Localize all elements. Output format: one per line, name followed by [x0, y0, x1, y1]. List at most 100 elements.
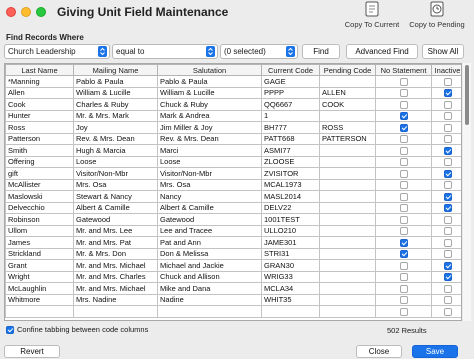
table-row[interactable]: Allen William & Lucille William & Lucille P… [5, 86, 461, 99]
cell-salutation[interactable]: Nadine [157, 293, 262, 306]
cell-last[interactable]: Whitmore [5, 293, 74, 306]
table-row[interactable]: Delvecchio Albert & Camille Albert & Camil… [5, 201, 461, 214]
table-row[interactable] [5, 305, 461, 318]
confine-tabbing-option[interactable]: Confine tabbing between code columns [6, 325, 148, 335]
no-statement-checkbox[interactable] [399, 158, 408, 167]
cell-pending[interactable] [319, 305, 376, 318]
column-header[interactable]: Inactive [431, 64, 461, 76]
cell-mailing[interactable]: Visitor/Non-Mbr [73, 167, 158, 180]
cell-salutation[interactable]: Mike and Dana [157, 282, 262, 295]
column-header[interactable]: Pending Code [319, 64, 376, 76]
inactive-checkbox[interactable] [443, 238, 452, 247]
cell-current[interactable]: DELV22 [261, 201, 320, 214]
cell-current[interactable]: GAGE [261, 75, 320, 88]
table-row[interactable]: Strickland Mr. & Mrs. Don Don & Melissa STR… [5, 247, 461, 260]
cell-mailing[interactable]: Mr. and Mrs. Pat [73, 236, 158, 249]
cell-mailing[interactable]: Mr. and Mrs. Charles [73, 270, 158, 283]
cell-salutation[interactable]: Gatewood [157, 213, 262, 226]
cell-mailing[interactable]: Mr. and Mrs. Michael [73, 282, 158, 295]
cell-pending[interactable]: ALLEN [319, 86, 376, 99]
inactive-checkbox[interactable] [443, 112, 452, 121]
cell-mailing[interactable]: Charles & Ruby [73, 98, 158, 111]
cell-current[interactable]: ULLO210 [261, 224, 320, 237]
inactive-checkbox[interactable] [443, 215, 452, 224]
column-header[interactable]: Current Code [261, 64, 320, 76]
table-row[interactable]: McAllister Mrs. Osa Mrs. Osa MCAL1973 [5, 178, 461, 191]
cell-mailing[interactable]: Mr. and Mrs. Michael [73, 259, 158, 272]
inactive-checkbox[interactable] [443, 158, 452, 167]
vertical-scrollbar[interactable] [463, 63, 471, 321]
cell-salutation[interactable]: Chuck and Allison [157, 270, 262, 283]
cell-salutation[interactable]: Mark & Andrea [157, 109, 262, 122]
cell-current[interactable]: STRI31 [261, 247, 320, 260]
column-header[interactable]: Salutation [157, 64, 262, 76]
cell-salutation[interactable] [157, 305, 262, 318]
cell-pending[interactable] [319, 247, 376, 260]
column-header[interactable]: No Statement [375, 64, 432, 76]
inactive-checkbox[interactable] [443, 169, 452, 178]
cell-pending[interactable] [319, 144, 376, 157]
cell-last[interactable]: James [5, 236, 74, 249]
close-button[interactable]: Close [356, 345, 402, 358]
no-statement-checkbox[interactable] [399, 89, 408, 98]
table-row[interactable]: Wright Mr. and Mrs. Charles Chuck and Alli… [5, 270, 461, 283]
cell-last[interactable]: gift [5, 167, 74, 180]
scrollbar-thumb[interactable] [465, 65, 469, 125]
no-statement-checkbox[interactable] [399, 215, 408, 224]
cell-salutation[interactable]: Michael and Jackie [157, 259, 262, 272]
cell-last[interactable]: Allen [5, 86, 74, 99]
value-select[interactable]: (0 selected) [220, 44, 298, 59]
table-row[interactable]: James Mr. and Mrs. Pat Pat and Ann JAME301 [5, 236, 461, 249]
table-row[interactable]: Patterson Rev. & Mrs. Dean Rev. & Mrs. Dea… [5, 132, 461, 145]
cell-salutation[interactable]: Marci [157, 144, 262, 157]
cell-last[interactable]: McAllister [5, 178, 74, 191]
table-row[interactable]: *Manning Pablo & Paula Pablo & Paula GAGE [5, 75, 461, 88]
cell-last[interactable]: Ullom [5, 224, 74, 237]
cell-current[interactable]: PATT668 [261, 132, 320, 145]
cell-last[interactable]: Grant [5, 259, 74, 272]
cell-pending[interactable] [319, 201, 376, 214]
cell-mailing[interactable]: Loose [73, 155, 158, 168]
cell-salutation[interactable]: Mrs. Osa [157, 178, 262, 191]
no-statement-checkbox[interactable] [399, 169, 408, 178]
cell-mailing[interactable]: Mrs. Nadine [73, 293, 158, 306]
table-row[interactable]: Ullom Mr. and Mrs. Lee Lee and Tracee ULLO2… [5, 224, 461, 237]
no-statement-checkbox[interactable] [399, 307, 408, 316]
inactive-checkbox[interactable] [443, 307, 452, 316]
cell-last[interactable]: Strickland [5, 247, 74, 260]
cell-mailing[interactable] [73, 305, 158, 318]
no-statement-checkbox[interactable] [399, 204, 408, 213]
cell-pending[interactable]: COOK [319, 98, 376, 111]
no-statement-checkbox[interactable] [399, 77, 408, 86]
table-row[interactable]: Cook Charles & Ruby Chuck & Ruby QQ6667 COOK [5, 98, 461, 111]
cell-current[interactable]: MCLA34 [261, 282, 320, 295]
inactive-checkbox[interactable] [443, 296, 452, 305]
inactive-checkbox[interactable] [443, 77, 452, 86]
cell-current[interactable]: WRIG33 [261, 270, 320, 283]
table-row[interactable]: Offering Loose Loose ZLOOSE [5, 155, 461, 168]
no-statement-checkbox[interactable] [399, 100, 408, 109]
inactive-checkbox[interactable] [443, 227, 452, 236]
cell-pending[interactable] [319, 213, 376, 226]
no-statement-checkbox[interactable] [399, 296, 408, 305]
cell-last[interactable]: Ross [5, 121, 74, 134]
operator-select[interactable]: equal to [112, 44, 218, 59]
cell-mailing[interactable]: Mrs. Osa [73, 178, 158, 191]
table-row[interactable]: Robinson Gatewood Gatewood 1001TEST [5, 213, 461, 226]
copy-to-current-button[interactable]: Copy To Current [344, 0, 400, 29]
cell-current[interactable]: MASL2014 [261, 190, 320, 203]
no-statement-checkbox[interactable] [399, 192, 408, 201]
cell-last[interactable]: Smith [5, 144, 74, 157]
cell-mailing[interactable]: Mr. & Mrs. Mark [73, 109, 158, 122]
cell-current[interactable]: JAME301 [261, 236, 320, 249]
cell-last[interactable]: McLaughlin [5, 282, 74, 295]
cell-salutation[interactable]: Jim Miller & Joy [157, 121, 262, 134]
table-row[interactable]: Smith Hugh & Marcia Marci ASMI77 [5, 144, 461, 157]
table-row[interactable]: Hunter Mr. & Mrs. Mark Mark & Andrea 1 [5, 109, 461, 122]
cell-current[interactable]: ASMI77 [261, 144, 320, 157]
cell-pending[interactable]: ROSS [319, 121, 376, 134]
minimize-window-icon[interactable] [21, 7, 31, 17]
cell-salutation[interactable]: William & Lucille [157, 86, 262, 99]
cell-last[interactable]: Wright [5, 270, 74, 283]
cell-salutation[interactable]: Pat and Ann [157, 236, 262, 249]
